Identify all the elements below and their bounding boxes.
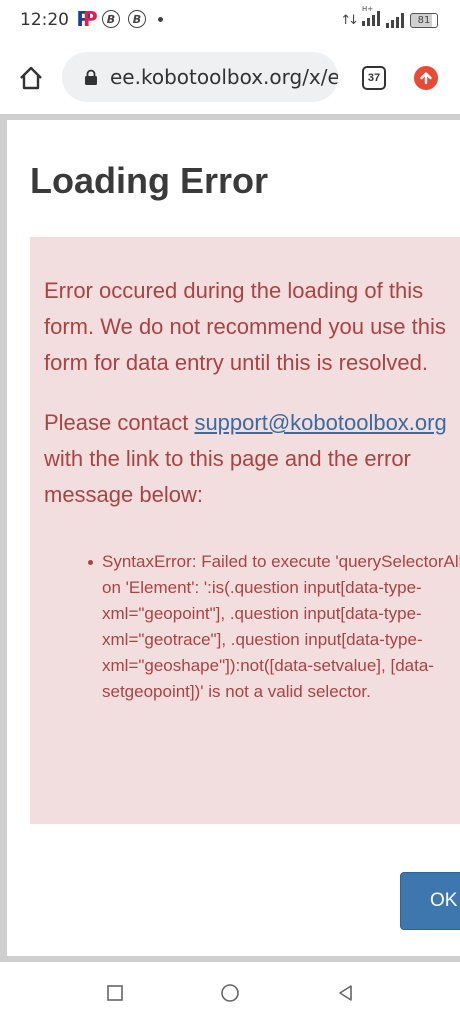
signal-icon: H+ [362, 5, 380, 30]
loading-error-dialog: Loading Error Error occured during the l… [7, 120, 460, 956]
battery-icon: 81 [410, 13, 438, 28]
home-icon [20, 66, 42, 90]
b-coin-icon: B [128, 10, 146, 28]
home-circle-icon[interactable] [219, 982, 241, 1004]
dialog-title: Loading Error [30, 160, 269, 201]
arrow-up-icon [420, 72, 432, 85]
picsart-p-icon: PP [76, 7, 98, 31]
error-alert: Error occured during the loading of this… [30, 237, 460, 824]
error-item: SyntaxError: Failed to execute 'querySel… [88, 549, 460, 705]
web-page: Loading Error Error occured during the l… [0, 114, 460, 962]
home-button[interactable] [14, 62, 48, 94]
system-nav-bar [0, 962, 460, 1024]
notification-icons: PP B B [76, 7, 163, 31]
update-button[interactable] [414, 66, 438, 90]
error-list: SyntaxError: Failed to execute 'querySel… [44, 549, 460, 705]
contact-suffix: with the link to this page and the error… [44, 446, 411, 507]
contact-paragraph: Please contact support@kobotoolbox.org w… [44, 405, 460, 513]
tab-switcher-button[interactable]: 37 [362, 66, 386, 90]
dot-icon [158, 16, 163, 22]
browser-toolbar: ee.kobotoolbox.org/x/e 37 [0, 40, 460, 114]
recents-icon[interactable] [104, 982, 126, 1004]
system-icons: ↑↓ H+ 81 [340, 5, 438, 30]
status-time: 12:20 [20, 10, 69, 30]
ok-button[interactable]: OK [400, 872, 460, 930]
url-text: ee.kobotoolbox.org/x/e [110, 65, 338, 89]
error-message: Error occured during the loading of this… [44, 278, 446, 375]
signal-icon [386, 13, 404, 28]
network-type-label: H+ [362, 5, 374, 13]
battery-level: 81 [417, 15, 431, 26]
url-bar[interactable]: ee.kobotoolbox.org/x/e [62, 52, 338, 102]
data-arrows-icon: ↑↓ [340, 13, 359, 28]
b-coin-icon: B [102, 10, 120, 28]
back-triangle-icon[interactable] [335, 982, 357, 1004]
status-bar: 12:20 PP B B ↑↓ H+ 81 [0, 0, 460, 40]
lock-icon [85, 69, 97, 85]
contact-prefix: Please contact [44, 410, 195, 435]
support-email-link[interactable]: support@kobotoolbox.org [194, 410, 446, 435]
